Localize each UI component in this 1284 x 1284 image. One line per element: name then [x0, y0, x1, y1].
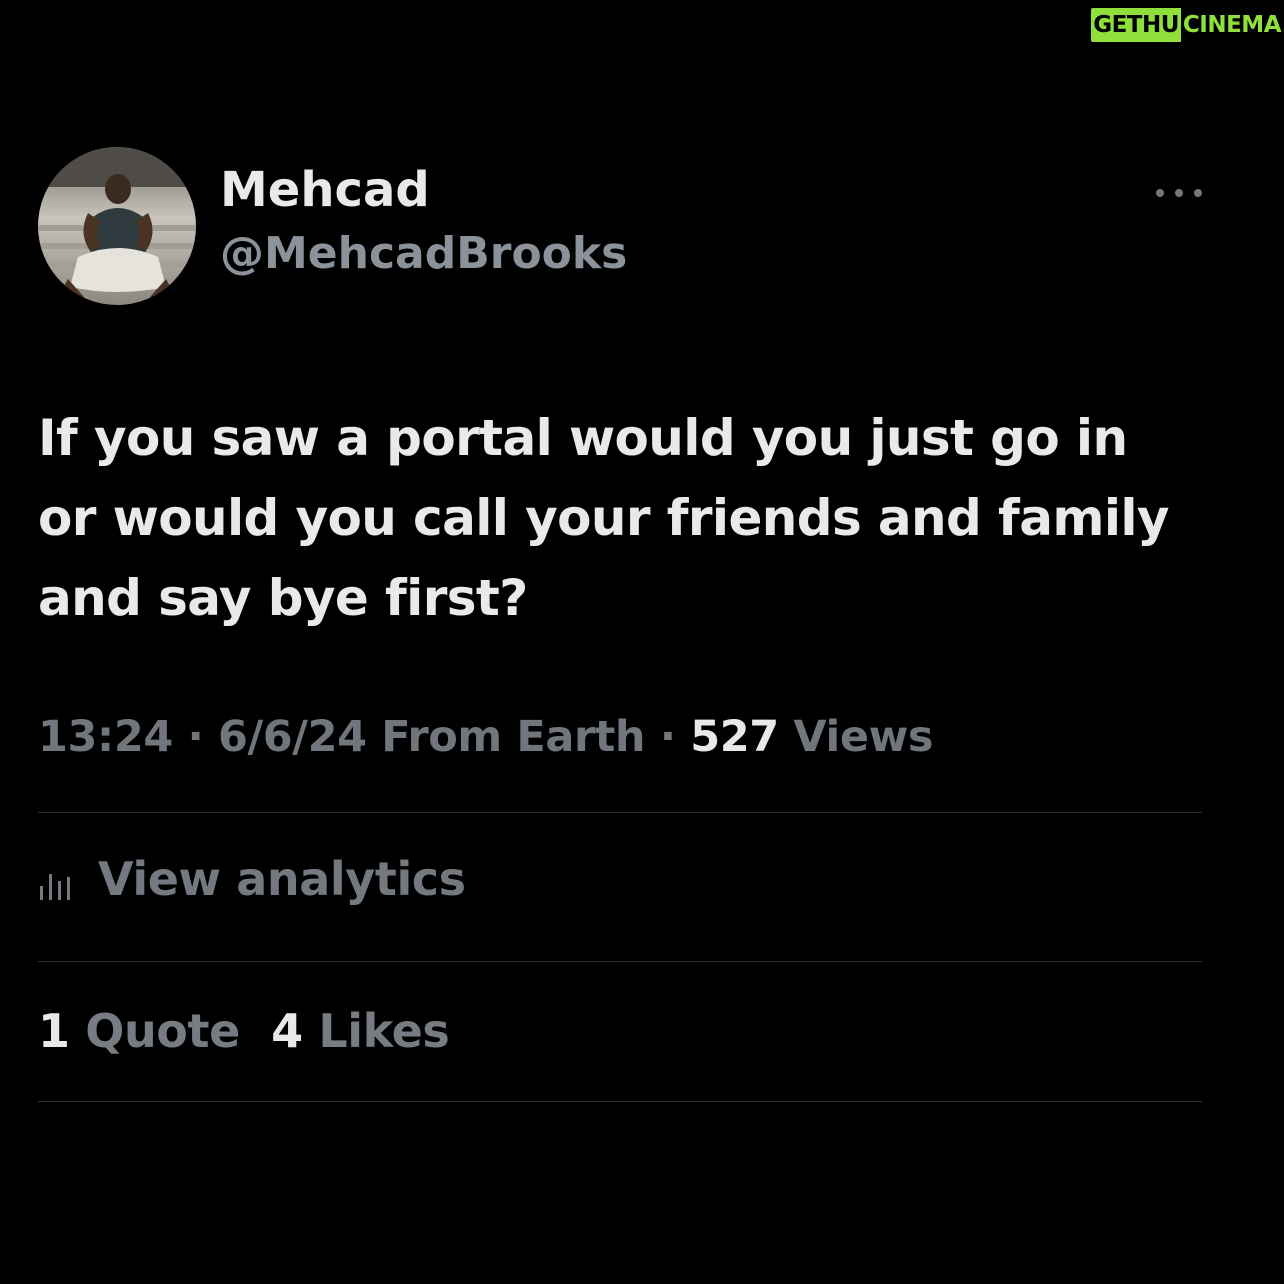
author-names: Mehcad @MehcadBrooks — [220, 162, 627, 283]
display-name[interactable]: Mehcad — [220, 162, 627, 220]
watermark-logo: GETHU CINEMA — [1091, 8, 1282, 42]
more-options-button[interactable] — [1156, 178, 1202, 208]
more-horizontal-icon-dot — [1175, 189, 1183, 197]
avatar-image — [38, 147, 196, 305]
tweet-meta: 13:24 · 6/6/24 From Earth · 527 Views — [38, 712, 934, 762]
views-count: 527 — [690, 712, 779, 762]
meta-separator: · — [645, 712, 691, 762]
tweet-time[interactable]: 13:24 — [38, 712, 173, 762]
divider — [38, 812, 1202, 813]
tweet-text-line: or would you call your friends and famil… — [38, 489, 1170, 547]
user-handle[interactable]: @MehcadBrooks — [220, 225, 627, 282]
view-analytics-link[interactable]: View analytics — [38, 852, 466, 906]
quote-count: 1 — [38, 1004, 70, 1058]
meta-separator: · — [172, 712, 218, 762]
quote-stat[interactable]: 1 Quote — [38, 1004, 240, 1058]
likes-label: Likes — [318, 1004, 450, 1058]
watermark-part2: CINEMA — [1182, 12, 1282, 38]
tweet-stats: 1 Quote 4 Likes — [38, 1004, 450, 1058]
tweet-text: If you saw a portal would you just go in… — [38, 398, 1238, 638]
views-label: Views — [778, 712, 934, 762]
tweet-source: From Earth — [366, 712, 646, 762]
tweet-header: Mehcad @MehcadBrooks — [38, 147, 627, 305]
watermark-part1: GETHU — [1091, 8, 1181, 42]
tweet-text-line: and say bye first? — [38, 569, 528, 627]
more-horizontal-icon-dot — [1156, 189, 1164, 197]
view-analytics-label: View analytics — [98, 852, 466, 906]
quote-label: Quote — [85, 1004, 240, 1058]
more-horizontal-icon-dot — [1194, 189, 1202, 197]
avatar[interactable] — [38, 147, 196, 305]
divider — [38, 961, 1202, 962]
likes-stat[interactable]: 4 Likes — [271, 1004, 450, 1058]
likes-count: 4 — [271, 1004, 303, 1058]
divider — [38, 1101, 1202, 1102]
tweet-date[interactable]: 6/6/24 — [218, 712, 367, 762]
bar-chart-icon — [40, 874, 70, 900]
tweet-text-line: If you saw a portal would you just go in — [38, 409, 1128, 467]
